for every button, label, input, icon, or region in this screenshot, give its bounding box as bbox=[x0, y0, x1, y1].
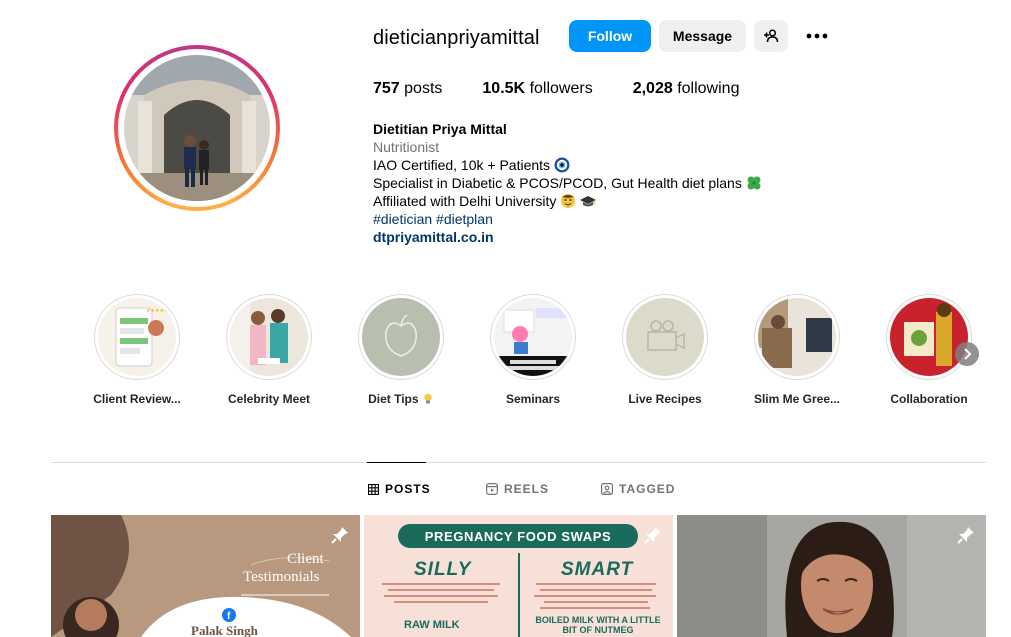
following-count: 2,028 bbox=[632, 80, 673, 97]
highlight-diet-tips[interactable]: Diet Tips bbox=[347, 294, 455, 406]
highlight-slim-me-green[interactable]: Slim Me Gree... bbox=[743, 294, 851, 406]
more-options-button[interactable] bbox=[800, 20, 834, 52]
tag-user-icon bbox=[601, 483, 613, 495]
post-left-bottom: RAW MILK bbox=[404, 619, 460, 631]
pin-icon bbox=[957, 527, 974, 544]
post-left-title: SILLY bbox=[414, 559, 472, 580]
profile-photo bbox=[124, 55, 270, 201]
student-icon bbox=[561, 194, 576, 208]
evil-eye-icon bbox=[554, 157, 570, 173]
tab-reels[interactable]: REELS bbox=[486, 482, 549, 496]
bio-category: Nutritionist bbox=[373, 139, 440, 155]
profile-bio: Dietitian Priya Mittal Nutritionist IAO … bbox=[373, 120, 762, 246]
suggest-users-button[interactable] bbox=[754, 20, 788, 52]
profile-stats: 757 posts 10.5K followers 2,028 followin… bbox=[373, 80, 779, 98]
profile-avatar[interactable] bbox=[114, 45, 280, 211]
bio-line-2: Specialist in Diabetic & PCOS/PCOD, Gut … bbox=[373, 174, 762, 192]
more-icon bbox=[806, 33, 828, 39]
post-right-bottom: BOILED MILK WITH A LITTLE BIT OF NUTMEG bbox=[535, 615, 661, 635]
post-tile-portrait[interactable] bbox=[677, 515, 986, 637]
highlights-next-button[interactable] bbox=[955, 342, 979, 366]
profile-username: dieticianpriyamittal bbox=[373, 27, 540, 49]
highlight-label: Live Recipes bbox=[628, 392, 702, 406]
post-tile-pregnancy-food-swaps[interactable]: PREGNANCY FOOD SWAPS SILLY SMART RAW MIL… bbox=[364, 515, 673, 637]
posts-count: 757 bbox=[373, 80, 400, 97]
pin-icon bbox=[644, 527, 661, 544]
reels-icon bbox=[486, 483, 498, 495]
highlight-live-recipes[interactable]: Live Recipes bbox=[611, 294, 719, 406]
four-leaf-clover-icon bbox=[747, 176, 761, 190]
post-title-line-1: Client bbox=[287, 551, 324, 567]
highlight-label: Slim Me Gree... bbox=[753, 392, 841, 406]
bio-name: Dietitian Priya Mittal bbox=[373, 121, 507, 137]
tab-tagged[interactable]: TAGGED bbox=[601, 482, 675, 496]
graduation-cap-icon bbox=[580, 196, 597, 207]
posts-stat: 757 posts bbox=[373, 80, 442, 98]
post-header: PREGNANCY FOOD SWAPS bbox=[398, 524, 638, 548]
followers-count: 10.5K bbox=[482, 80, 526, 97]
highlight-label: Celebrity Meet bbox=[227, 392, 311, 406]
tabs-divider bbox=[51, 462, 986, 463]
post-right-title: SMART bbox=[561, 559, 634, 580]
bio-website-link[interactable]: dtpriyamittal.co.in bbox=[373, 228, 762, 246]
highlight-client-reviews[interactable]: ★★★★★ Client Review... bbox=[83, 294, 191, 406]
post-client-name: Palak Singh bbox=[191, 623, 258, 637]
highlight-label: Diet Tips bbox=[347, 392, 455, 406]
highlight-celebrity-meet[interactable]: Celebrity Meet bbox=[215, 294, 323, 406]
highlight-label: Collaboration bbox=[890, 392, 968, 406]
highlight-label: Seminars bbox=[505, 392, 561, 406]
post-title-line-2: Testimonials bbox=[243, 569, 320, 585]
tab-posts[interactable]: POSTS bbox=[368, 482, 431, 496]
grid-icon bbox=[368, 483, 379, 495]
bio-hashtags[interactable]: #dietician #dietplan bbox=[373, 210, 762, 228]
bio-line-1: IAO Certified, 10k + Patients bbox=[373, 156, 762, 174]
highlight-label: Client Review... bbox=[93, 392, 181, 406]
bio-line-3: Affiliated with Delhi University bbox=[373, 192, 762, 210]
post-tile-client-testimonials[interactable]: f Client Testimonials Palak Singh bbox=[51, 515, 360, 637]
highlight-seminars[interactable]: Seminars bbox=[479, 294, 587, 406]
add-user-icon bbox=[764, 29, 779, 43]
follow-button[interactable]: Follow bbox=[569, 20, 651, 52]
chevron-right-icon bbox=[964, 348, 972, 360]
active-tab-indicator bbox=[367, 462, 426, 463]
following-stat[interactable]: 2,028 following bbox=[633, 80, 740, 98]
followers-label: followers bbox=[529, 80, 593, 97]
pin-icon bbox=[331, 527, 348, 544]
svg-text:★★★★★: ★★★★★ bbox=[146, 308, 169, 314]
followers-stat[interactable]: 10.5K followers bbox=[482, 80, 592, 98]
posts-label: posts bbox=[404, 80, 443, 97]
message-button[interactable]: Message bbox=[659, 20, 746, 52]
following-label: following bbox=[677, 80, 740, 97]
light-bulb-icon bbox=[424, 393, 432, 404]
